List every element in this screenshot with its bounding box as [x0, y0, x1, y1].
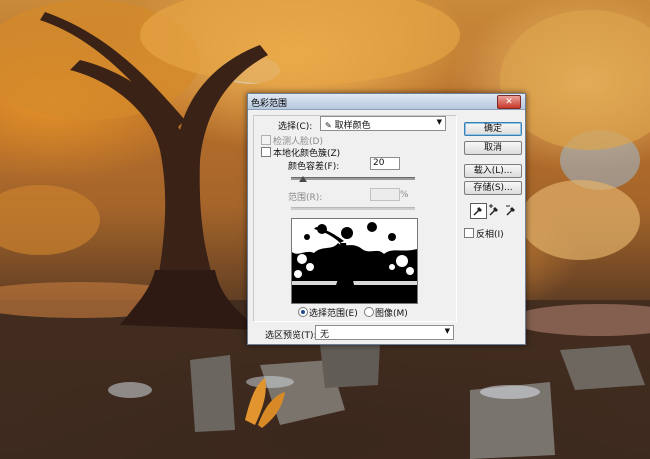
eyedropper-subtract-tool[interactable] — [503, 203, 520, 219]
dialog-title: 色彩范围 — [251, 99, 288, 109]
fuzziness-input[interactable]: 20 — [370, 157, 400, 170]
close-icon: ✕ — [505, 97, 513, 107]
eyedropper-tool[interactable] — [470, 203, 487, 219]
dialog-titlebar[interactable]: 色彩范围 ✕ — [248, 94, 525, 110]
range-slider[interactable] — [291, 207, 415, 210]
selection-preview-dropdown[interactable]: 无 ▼ — [315, 325, 454, 340]
chevron-down-icon: ▼ — [436, 118, 442, 126]
radio-image[interactable] — [364, 307, 374, 317]
range-label: 范围(R): — [288, 193, 323, 203]
chevron-down-icon: ▼ — [444, 327, 450, 335]
radio-selection-dot — [301, 310, 305, 314]
eyedropper-add-tool[interactable] — [486, 203, 503, 219]
radio-selection[interactable] — [298, 307, 308, 317]
radio-selection-label: 选择范围(E) — [309, 309, 358, 319]
selection-preview — [291, 218, 418, 304]
select-label: 选择(C): — [278, 122, 313, 132]
save-button[interactable]: 存储(S)... — [464, 181, 522, 195]
color-range-dialog: 色彩范围 ✕ 选择(C): ✎ 取样颜色 ▼ 检测人脸(D) 本地化颜色簇(Z)… — [247, 93, 526, 345]
selection-preview-label: 选区预览(T): — [265, 331, 317, 341]
eyedropper-subtract-icon — [506, 205, 515, 216]
invert-checkbox[interactable] — [464, 228, 474, 238]
localized-clusters-checkbox[interactable] — [261, 147, 271, 157]
detect-faces-checkbox[interactable] — [261, 135, 271, 145]
ok-button[interactable]: 确定 — [464, 122, 522, 136]
eyedropper-small-icon: ✎ — [325, 121, 332, 130]
fuzziness-slider[interactable] — [291, 177, 415, 180]
radio-image-label: 图像(M) — [375, 309, 408, 319]
fuzziness-slider-thumb[interactable] — [299, 176, 308, 182]
cancel-button[interactable]: 取消 — [464, 141, 522, 155]
invert-label: 反相(I) — [476, 230, 504, 240]
eyedropper-add-icon — [489, 204, 498, 216]
selection-preview-value: 无 — [320, 330, 330, 340]
load-button[interactable]: 载入(L)... — [464, 164, 522, 178]
close-button[interactable]: ✕ — [497, 95, 521, 109]
select-dropdown[interactable]: ✎ 取样颜色 ▼ — [320, 116, 446, 131]
range-unit: % — [400, 190, 409, 200]
fuzziness-label: 颜色容差(F): — [288, 162, 340, 172]
range-input[interactable] — [370, 188, 400, 201]
select-dropdown-value: ✎ 取样颜色 — [325, 121, 371, 131]
localized-clusters-label: 本地化颜色簇(Z) — [273, 149, 341, 159]
eyedropper-icon — [473, 207, 482, 216]
